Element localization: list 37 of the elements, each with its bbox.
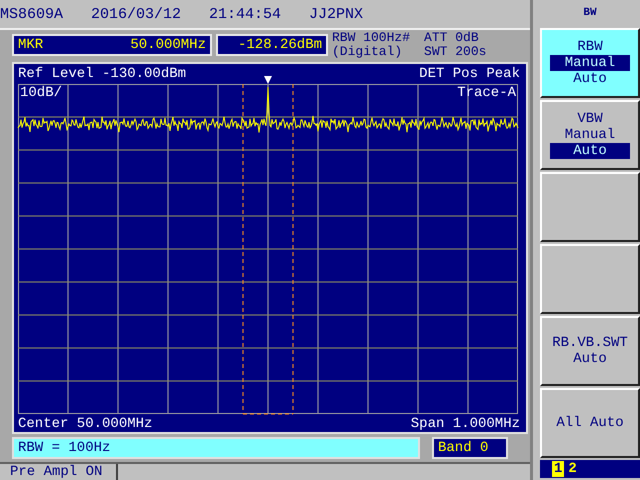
softkey[interactable]: VBW Manual Auto xyxy=(540,100,640,170)
softkey[interactable]: RBW Manual Auto xyxy=(540,28,640,98)
softkey-option: Manual xyxy=(550,127,630,143)
span-frequency: Span 1.000MHz xyxy=(410,416,520,432)
marker-label: MKR xyxy=(18,37,44,53)
blank-softkey[interactable] xyxy=(540,244,640,314)
marker-frequency: 50.000MHz xyxy=(130,37,206,53)
softkey[interactable]: All Auto xyxy=(540,388,640,458)
callsign-text: JJ2PNX xyxy=(309,6,364,22)
band-indicator: Band 0 xyxy=(432,437,508,459)
att-setting: ATT 0dB xyxy=(424,31,480,45)
softkey-option: Manual xyxy=(550,55,630,71)
softkey-option: Auto xyxy=(550,71,630,87)
message-field: RBW = 100Hz xyxy=(12,437,420,459)
menu-title: BW xyxy=(582,6,598,21)
softkey-label: RBW xyxy=(577,39,603,55)
time-text: 21:44:54 xyxy=(209,6,282,22)
ref-level: Ref Level -130.00dBm xyxy=(18,66,186,82)
softkey-label: All Auto xyxy=(556,415,624,431)
softkey-option: Auto xyxy=(550,143,630,159)
date-text: 2016/03/12 xyxy=(91,6,182,22)
rbw-setting: RBW 100Hz# xyxy=(332,31,410,45)
marker-icon xyxy=(264,76,272,84)
softkey-label: RB.VB.SWT xyxy=(552,335,628,351)
rbw-mode: (Digital) xyxy=(332,45,404,59)
scale-label: 10dB/ xyxy=(20,85,62,101)
softkey-label: Auto xyxy=(573,351,607,367)
marker-level: -128.26dBm xyxy=(238,37,322,53)
center-frequency: Center 50.000MHz xyxy=(18,416,152,432)
blank-softkey[interactable] xyxy=(540,172,640,242)
swt-setting: SWT 200s xyxy=(424,45,486,59)
detector-mode: DET Pos Peak xyxy=(419,66,520,82)
softkey[interactable]: RB.VB.SWT Auto xyxy=(540,316,640,386)
page-number[interactable]: 1 xyxy=(552,461,564,477)
page-number[interactable]: 2 xyxy=(566,461,579,477)
model-name: MS8609A xyxy=(0,6,64,22)
softkey-label: VBW xyxy=(577,111,603,127)
